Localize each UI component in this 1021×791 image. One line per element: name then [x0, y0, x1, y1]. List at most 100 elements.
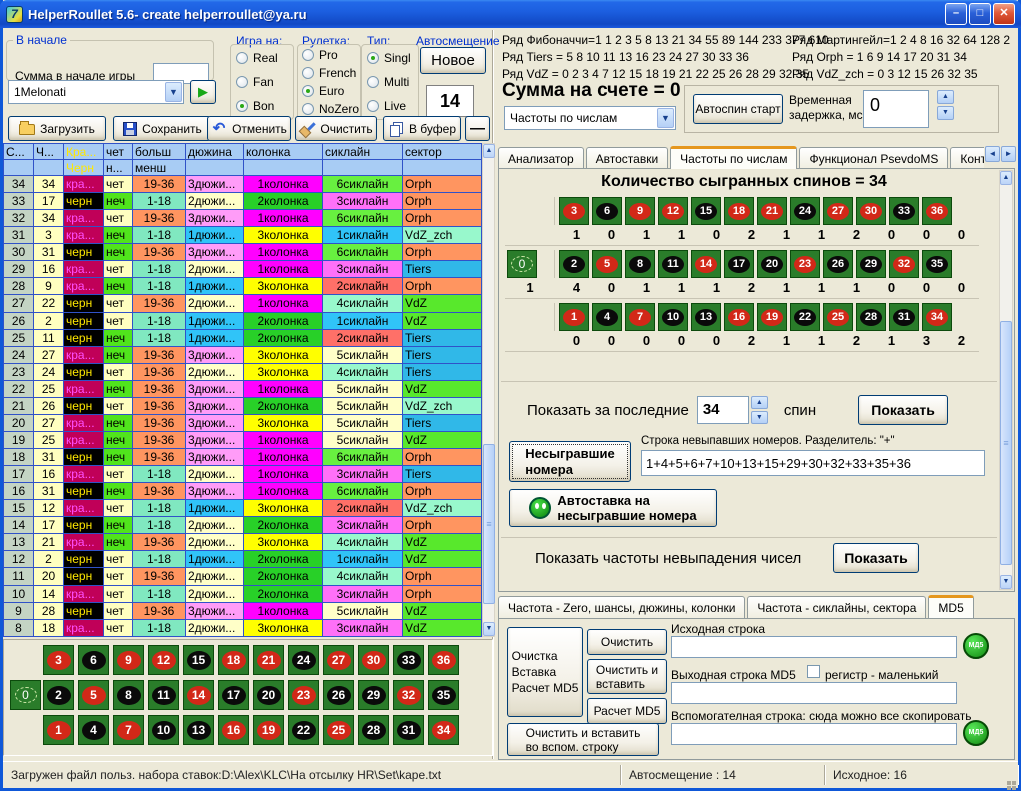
scroll-up-icon[interactable]: ▲: [483, 144, 495, 158]
bottom-tab-0[interactable]: Частота - Zero, шансы, дюжины, колонки: [498, 596, 745, 618]
autobet-unplayed-button[interactable]: Автоставка на несыгравшие номера: [509, 489, 717, 527]
board-cell-2[interactable]: 2: [43, 680, 74, 710]
tabs-scroll-left-icon[interactable]: ◄: [985, 146, 1000, 162]
minimize-button[interactable]: –: [945, 3, 967, 25]
md5-run-icon[interactable]: МД5: [963, 633, 989, 659]
board-cell-29[interactable]: 29: [358, 680, 389, 710]
board-cell-21[interactable]: 21: [253, 645, 284, 675]
md5-clear-button[interactable]: Очистить: [587, 629, 667, 655]
board-cell-7[interactable]: 7: [113, 715, 144, 745]
mode-combo[interactable]: Частоты по числам ▼: [504, 106, 676, 130]
delay-down-icon[interactable]: ▼: [937, 106, 954, 120]
radio-real[interactable]: Real: [236, 51, 288, 65]
md5-calc-button[interactable]: Расчет MD5: [587, 698, 667, 724]
md5-out-input[interactable]: [671, 682, 957, 704]
board-cell-5[interactable]: 5: [78, 680, 109, 710]
radio-french[interactable]: French: [302, 66, 356, 80]
clear-button[interactable]: Очистить: [295, 116, 377, 141]
board-cell-30[interactable]: 30: [358, 645, 389, 675]
load-button[interactable]: Загрузить: [8, 116, 106, 141]
board-cell-17[interactable]: 17: [218, 680, 249, 710]
autoshift-new-button[interactable]: Новое: [420, 47, 486, 74]
to-buffer-button[interactable]: В буфер: [383, 116, 461, 141]
board-cell-12[interactable]: 12: [148, 645, 179, 675]
delay-value[interactable]: 0: [863, 90, 929, 128]
tab-0[interactable]: Анализатор: [498, 147, 584, 169]
board-cell-4[interactable]: 4: [78, 715, 109, 745]
tab-4[interactable]: Контроль банкро: [950, 147, 984, 169]
bottom-tab-2[interactable]: MD5: [928, 595, 973, 618]
show-missing-button[interactable]: Показать: [833, 543, 919, 573]
board-cell-22[interactable]: 22: [288, 715, 319, 745]
autospin-start-button[interactable]: Автоспин старт: [693, 94, 783, 124]
register-checkbox[interactable]: [807, 665, 820, 678]
board-cell-32[interactable]: 32: [393, 680, 424, 710]
radio-live[interactable]: Live: [367, 99, 413, 113]
collapse-button[interactable]: —: [465, 116, 490, 141]
scroll-down-icon[interactable]: ▼: [483, 622, 495, 636]
board-cell-31[interactable]: 31: [393, 715, 424, 745]
tab-2[interactable]: Частоты по числам: [670, 146, 797, 169]
radio-fan[interactable]: Fan: [236, 75, 288, 89]
resize-grip[interactable]: [1012, 781, 1016, 785]
bottom-tab-1[interactable]: Частота - сиклайны, сектора: [747, 596, 926, 618]
board-cell-36[interactable]: 36: [428, 645, 459, 675]
radio-pro[interactable]: Pro: [302, 48, 356, 62]
history-table-scrollbar[interactable]: ▲ ≡ ▼: [482, 143, 495, 637]
unplayed-numbers-button[interactable]: Несыгравшие номера: [509, 441, 631, 482]
board-cell-23[interactable]: 23: [288, 680, 319, 710]
radio-bon[interactable]: Bon: [236, 99, 288, 113]
board-cell-20[interactable]: 20: [253, 680, 284, 710]
radio-singl[interactable]: Singl: [367, 51, 413, 65]
board-cell-1[interactable]: 1: [43, 715, 74, 745]
md5-clear-paste-aux-button[interactable]: Очистить и вставить во вспом. строку: [507, 723, 659, 756]
board-cell-11[interactable]: 11: [148, 680, 179, 710]
run-preset-button[interactable]: ▶: [190, 80, 216, 104]
spins-down-icon[interactable]: ▼: [751, 411, 768, 424]
spins-up-icon[interactable]: ▲: [751, 396, 768, 409]
board-cell-9[interactable]: 9: [113, 645, 144, 675]
tabs-scroll-right-icon[interactable]: ►: [1001, 146, 1016, 162]
md5-run-aux-icon[interactable]: МД5: [963, 720, 989, 746]
unplayed-numbers-input[interactable]: [641, 450, 985, 476]
tab-1[interactable]: Автоставки: [586, 147, 669, 169]
board-cell-26[interactable]: 26: [323, 680, 354, 710]
board-cell-3[interactable]: 3: [43, 645, 74, 675]
board-cell-24[interactable]: 24: [288, 645, 319, 675]
md5-aux-input[interactable]: [671, 723, 957, 745]
md5-big-button[interactable]: Очистка Вставка Расчет MD5: [507, 627, 583, 717]
show-last-button[interactable]: Показать: [858, 395, 948, 425]
board-cell-18[interactable]: 18: [218, 645, 249, 675]
frequencies-scrollbar[interactable]: ▲ ≡ ▼: [999, 170, 1013, 590]
close-button[interactable]: ✕: [993, 3, 1015, 25]
preset-combo[interactable]: 1Melonati ▼: [8, 80, 184, 104]
board-cell-19[interactable]: 19: [253, 715, 284, 745]
board-cell-27[interactable]: 27: [323, 645, 354, 675]
board-cell-34[interactable]: 34: [428, 715, 459, 745]
radio-nozero[interactable]: NoZero: [302, 102, 356, 116]
scroll-down-icon[interactable]: ▼: [1000, 575, 1012, 589]
chevron-down-icon[interactable]: ▼: [165, 82, 182, 102]
scrollbar-thumb[interactable]: ≡: [483, 444, 495, 604]
maximize-button[interactable]: □: [969, 3, 991, 25]
scroll-up-icon[interactable]: ▲: [1000, 171, 1012, 185]
radio-multi[interactable]: Multi: [367, 75, 413, 89]
board-cell-6[interactable]: 6: [78, 645, 109, 675]
radio-euro[interactable]: Euro: [302, 84, 356, 98]
board-cell-0[interactable]: 0: [10, 680, 41, 710]
delay-up-icon[interactable]: ▲: [937, 90, 954, 104]
board-cell-16[interactable]: 16: [218, 715, 249, 745]
chevron-down-icon[interactable]: ▼: [657, 108, 674, 128]
board-cell-35[interactable]: 35: [428, 680, 459, 710]
board-cell-13[interactable]: 13: [183, 715, 214, 745]
board-cell-15[interactable]: 15: [183, 645, 214, 675]
board-cell-8[interactable]: 8: [113, 680, 144, 710]
show-last-value[interactable]: 34: [697, 396, 749, 424]
md5-clear-paste-button[interactable]: Очистить и вставить: [587, 659, 667, 694]
undo-button[interactable]: ↶Отменить: [207, 116, 291, 141]
board-cell-25[interactable]: 25: [323, 715, 354, 745]
board-cell-33[interactable]: 33: [393, 645, 424, 675]
tab-3[interactable]: Функционал PsevdoMS: [799, 147, 948, 169]
board-cell-10[interactable]: 10: [148, 715, 179, 745]
board-cell-28[interactable]: 28: [358, 715, 389, 745]
